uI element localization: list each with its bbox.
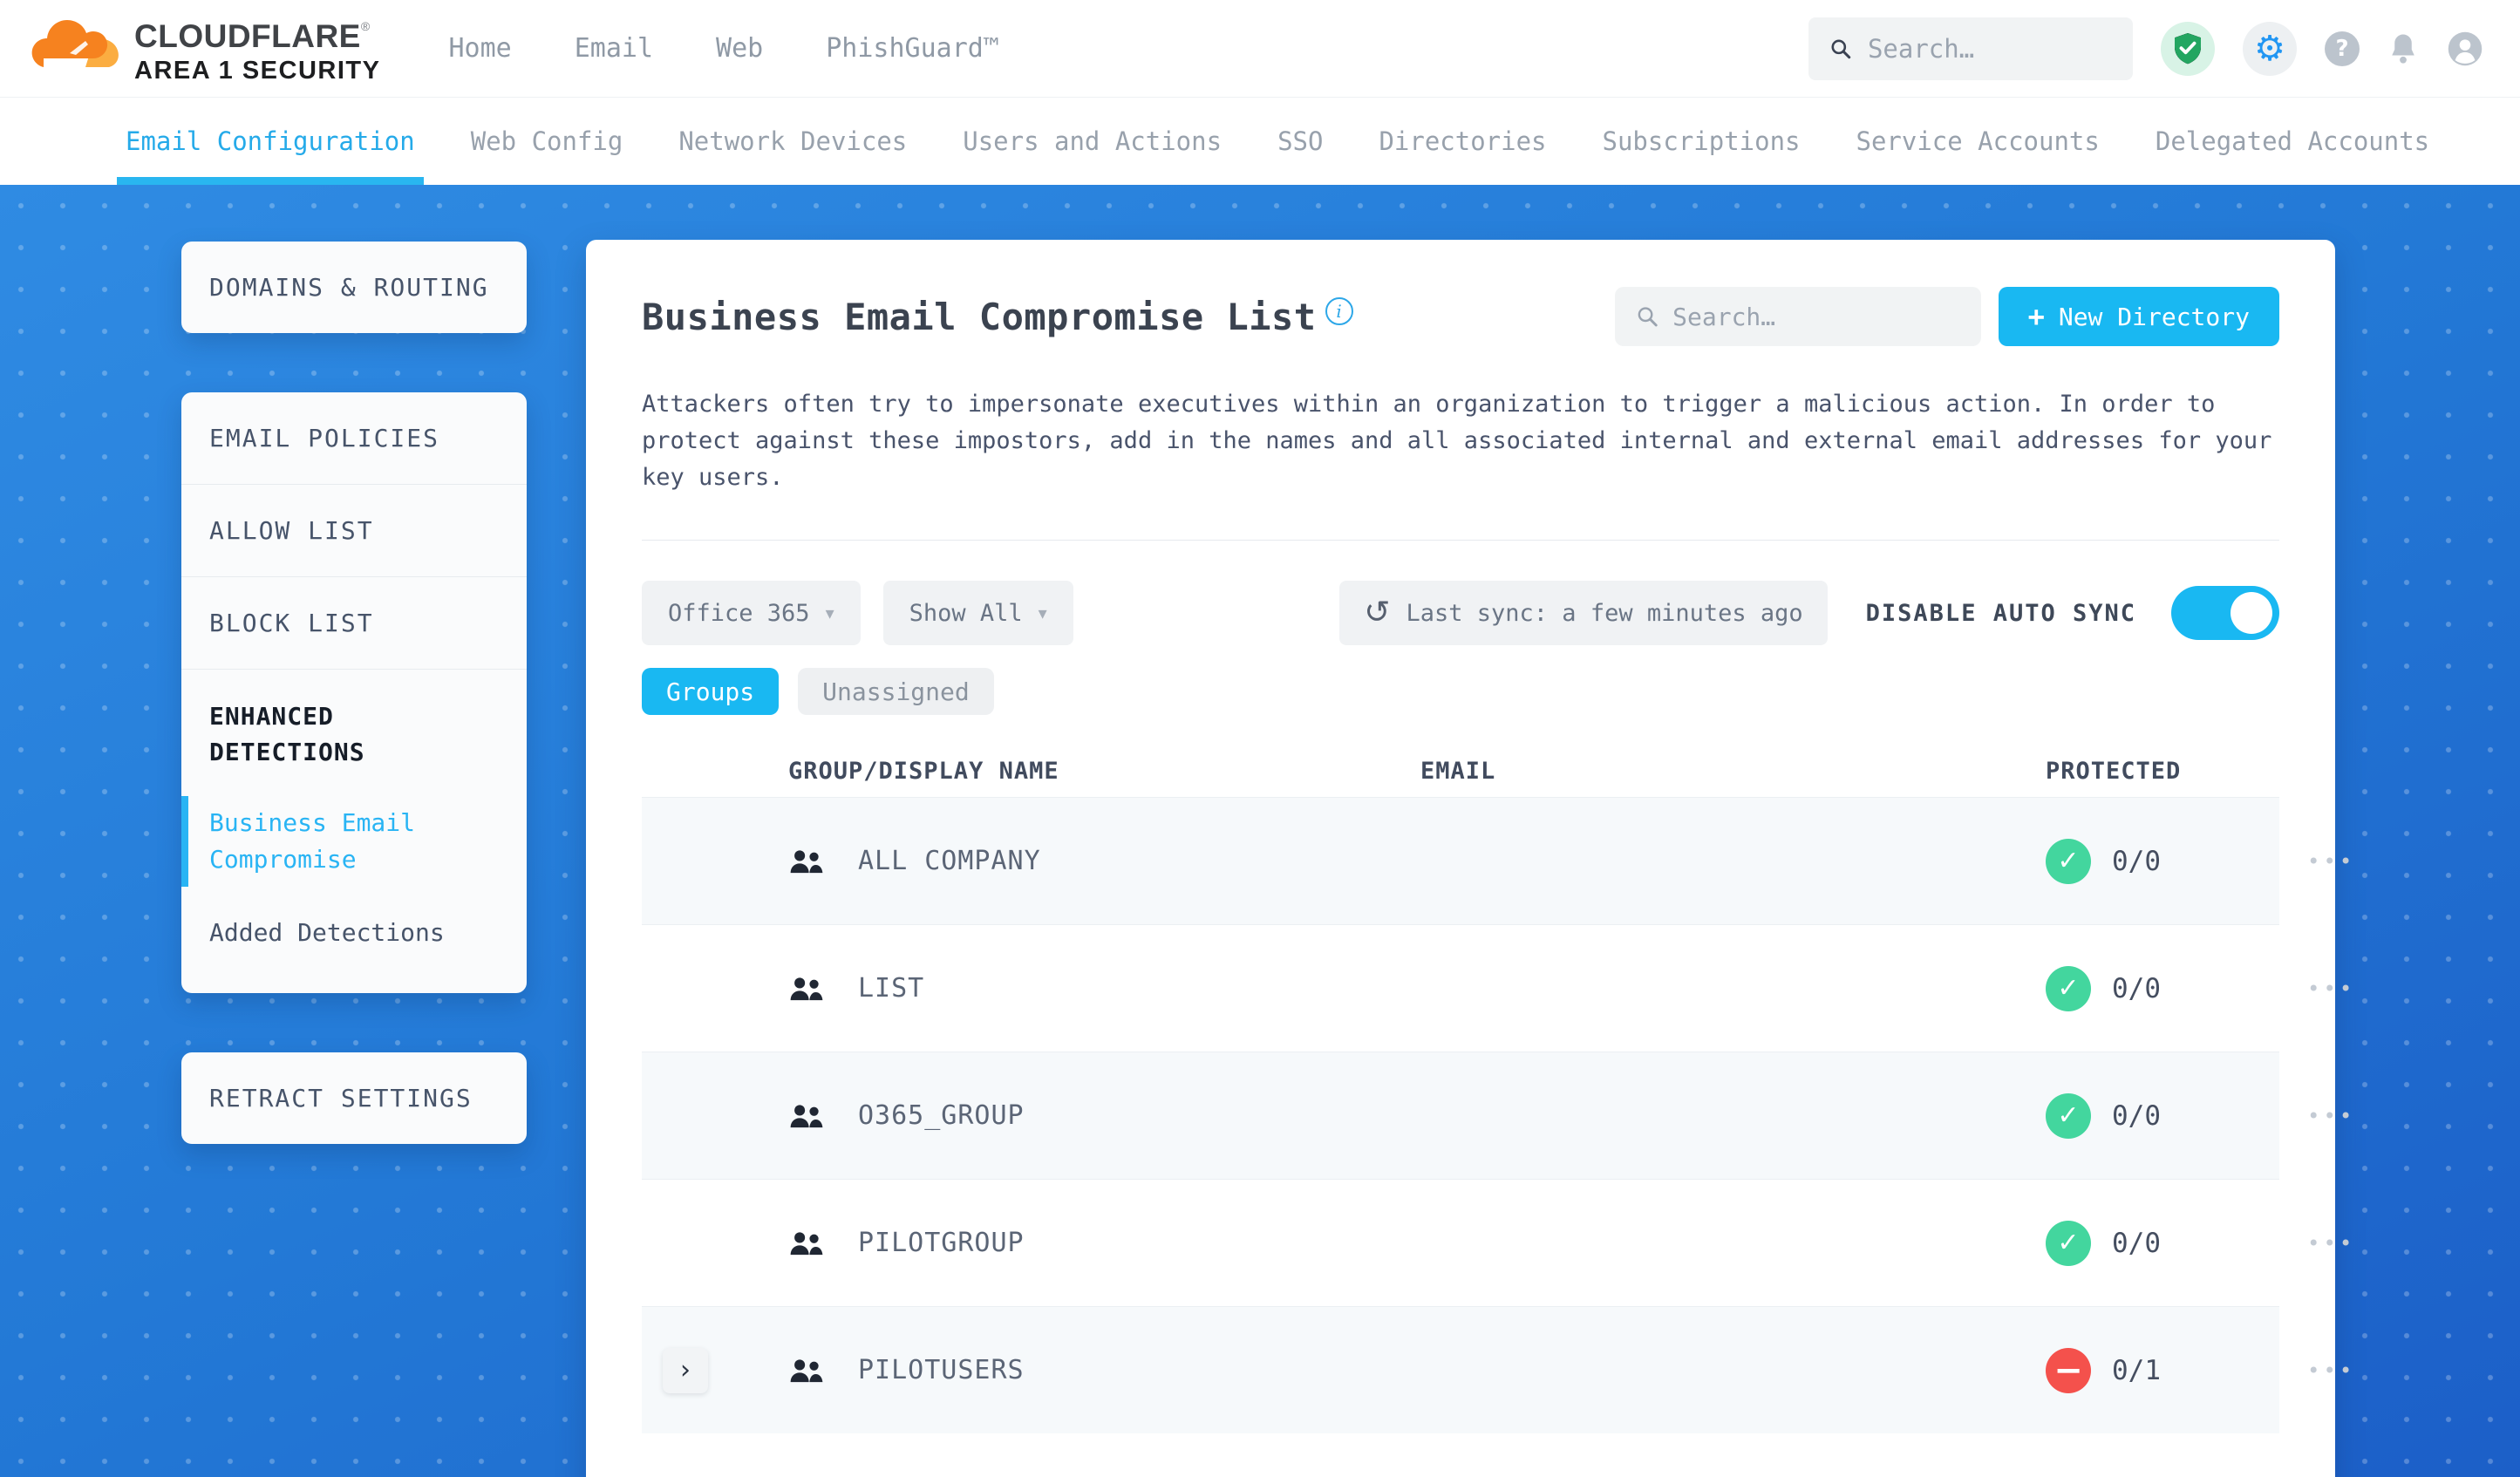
column-protected: PROTECTED — [2046, 757, 2182, 785]
top-nav-email[interactable]: Email — [575, 33, 653, 64]
global-search-input[interactable] — [1867, 33, 2112, 64]
row-menu-button[interactable]: ••• — [2307, 849, 2355, 874]
row-menu-button[interactable]: ••• — [2307, 1358, 2355, 1383]
last-sync-label: Last sync: a few minutes ago — [1406, 599, 1803, 627]
search-icon — [1638, 307, 1658, 327]
tab-delegated-accounts[interactable]: Delegated Accounts — [2156, 98, 2429, 185]
security-status-button[interactable] — [2161, 21, 2215, 76]
group-icon — [788, 1357, 849, 1385]
tab-service-accounts[interactable]: Service Accounts — [1856, 98, 2100, 185]
protected-check-icon: ✓ — [2046, 838, 2091, 884]
sidebar-item-enhanced-detections[interactable]: ENHANCED DETECTIONS — [209, 699, 453, 770]
notifications-button[interactable] — [2387, 31, 2419, 66]
chevron-right-icon: › — [680, 1355, 691, 1385]
row-menu-button[interactable]: ••• — [2307, 977, 2355, 1001]
tab-subscriptions[interactable]: Subscriptions — [1603, 98, 1801, 185]
list-search-input[interactable] — [1672, 302, 1960, 331]
unassigned-tab[interactable]: Unassigned — [798, 668, 994, 715]
main-panel: Business Email Compromise List i + New D… — [586, 240, 2352, 1477]
sidebar-item-allow-list[interactable]: ALLOW LIST — [181, 485, 527, 576]
table-header: GROUP/DISPLAY NAME EMAIL PROTECTED — [642, 745, 2279, 797]
protected-check-icon: ✓ — [2046, 1220, 2091, 1266]
brand-reg-mark: ® — [360, 18, 371, 33]
protected-check-icon: ✓ — [2046, 1092, 2091, 1139]
column-email: EMAIL — [1420, 757, 1496, 785]
top-nav-web[interactable]: Web — [716, 33, 763, 64]
row-menu-button[interactable]: ••• — [2307, 1104, 2355, 1128]
top-nav-phishguard[interactable]: PhishGuard™ — [826, 33, 999, 64]
brand-name: CLOUDFLARE — [134, 17, 361, 54]
page-title: Business Email Compromise List — [642, 295, 1317, 338]
page-description: Attackers often try to impersonate execu… — [642, 391, 2272, 491]
table-row[interactable]: › PILOTUSERS − 0/1 ••• — [642, 1306, 2352, 1433]
info-icon[interactable]: i — [1325, 297, 1353, 325]
sidebar-item-added-detections[interactable]: Added Detections — [181, 909, 527, 956]
page-background: DOMAINS & ROUTING EMAIL POLICIES ALLOW L… — [0, 185, 2520, 1477]
show-filter-select[interactable]: Show All ▾ — [882, 581, 1073, 645]
sidebar-item-business-email-compromise[interactable]: Business Email Compromise — [181, 796, 527, 888]
tab-email-configuration[interactable]: Email Configuration — [117, 98, 424, 185]
protected-minus-icon: − — [2046, 1347, 2091, 1393]
global-search[interactable] — [1808, 17, 2133, 80]
tab-users-and-actions[interactable]: Users and Actions — [963, 98, 1222, 185]
protected-count: 0/1 — [2112, 1354, 2161, 1386]
bell-icon — [2392, 34, 2414, 64]
groups-tab[interactable]: Groups — [642, 668, 780, 715]
group-icon — [788, 847, 849, 875]
settings-button[interactable]: ⚙ — [2243, 21, 2297, 76]
table-row[interactable]: PILOTGROUP ✓ 0/0 ••• — [642, 1179, 2352, 1306]
user-avatar-icon — [2448, 31, 2483, 65]
shield-check-icon — [2175, 32, 2201, 64]
table-row[interactable]: ALL COMPANY ✓ 0/0 ••• — [642, 797, 2352, 924]
table-row[interactable]: O365_GROUP ✓ 0/0 ••• — [642, 1052, 2352, 1179]
sidebar-item-block-list[interactable]: BLOCK LIST — [181, 577, 527, 669]
tab-sso[interactable]: SSO — [1277, 98, 1323, 185]
row-menu-button[interactable]: ••• — [2307, 1231, 2355, 1256]
account-button[interactable] — [2447, 31, 2483, 67]
cloudflare-cloud-icon — [31, 19, 119, 67]
protected-count: 0/0 — [2112, 845, 2161, 877]
top-nav-home[interactable]: Home — [448, 33, 511, 64]
brand-subtitle: AREA 1 SECURITY — [134, 56, 381, 85]
top-nav: Home Email Web PhishGuard™ — [448, 33, 998, 64]
chevron-down-icon: ▾ — [1038, 602, 1047, 623]
help-button[interactable]: ? — [2325, 31, 2360, 66]
auto-sync-label: DISABLE AUTO SYNC — [1865, 599, 2136, 627]
search-icon — [1831, 39, 1851, 58]
protected-count: 0/0 — [2112, 1099, 2161, 1132]
tab-network-devices[interactable]: Network Devices — [678, 98, 907, 185]
expand-row-button[interactable]: › — [663, 1347, 708, 1393]
new-directory-button[interactable]: + New Directory — [1998, 287, 2279, 346]
auto-sync-toggle[interactable] — [2171, 586, 2279, 640]
toggle-knob — [2231, 592, 2272, 634]
sidebar-item-retract-settings[interactable]: RETRACT SETTINGS — [181, 1052, 527, 1144]
group-icon — [788, 975, 849, 1003]
tab-directories[interactable]: Directories — [1379, 98, 1546, 185]
group-icon — [788, 1102, 849, 1130]
divider — [642, 540, 2279, 541]
plus-icon: + — [2027, 300, 2045, 333]
tab-web-config[interactable]: Web Config — [471, 98, 623, 185]
gear-icon: ⚙ — [2254, 28, 2285, 69]
group-icon — [788, 1229, 849, 1257]
section-nav: Email Configuration Web Config Network D… — [0, 98, 2520, 185]
sidebar-item-domains-routing[interactable]: DOMAINS & ROUTING — [181, 242, 527, 333]
refresh-icon: ↺ — [1364, 595, 1391, 630]
groups-table: GROUP/DISPLAY NAME EMAIL PROTECTED ALL C… — [642, 745, 2352, 1433]
cloudflare-logo[interactable]: CLOUDFLARE® AREA 1 SECURITY — [31, 13, 380, 84]
sidebar: DOMAINS & ROUTING EMAIL POLICIES ALLOW L… — [181, 242, 527, 1145]
column-group-display-name: GROUP/DISPLAY NAME — [788, 757, 1059, 785]
directory-select[interactable]: Office 365 ▾ — [642, 581, 861, 645]
question-icon: ? — [2325, 31, 2360, 66]
protected-count: 0/0 — [2112, 972, 2161, 1004]
chevron-down-icon: ▾ — [825, 602, 834, 623]
last-sync-button[interactable]: ↺ Last sync: a few minutes ago — [1339, 581, 1828, 645]
protected-check-icon: ✓ — [2046, 965, 2091, 1011]
top-header: CLOUDFLARE® AREA 1 SECURITY Home Email W… — [0, 0, 2520, 98]
sidebar-item-email-policies[interactable]: EMAIL POLICIES — [181, 392, 527, 484]
protected-count: 0/0 — [2112, 1227, 2161, 1259]
list-search[interactable] — [1614, 287, 1981, 346]
table-row[interactable]: LIST ✓ 0/0 ••• — [642, 924, 2352, 1052]
